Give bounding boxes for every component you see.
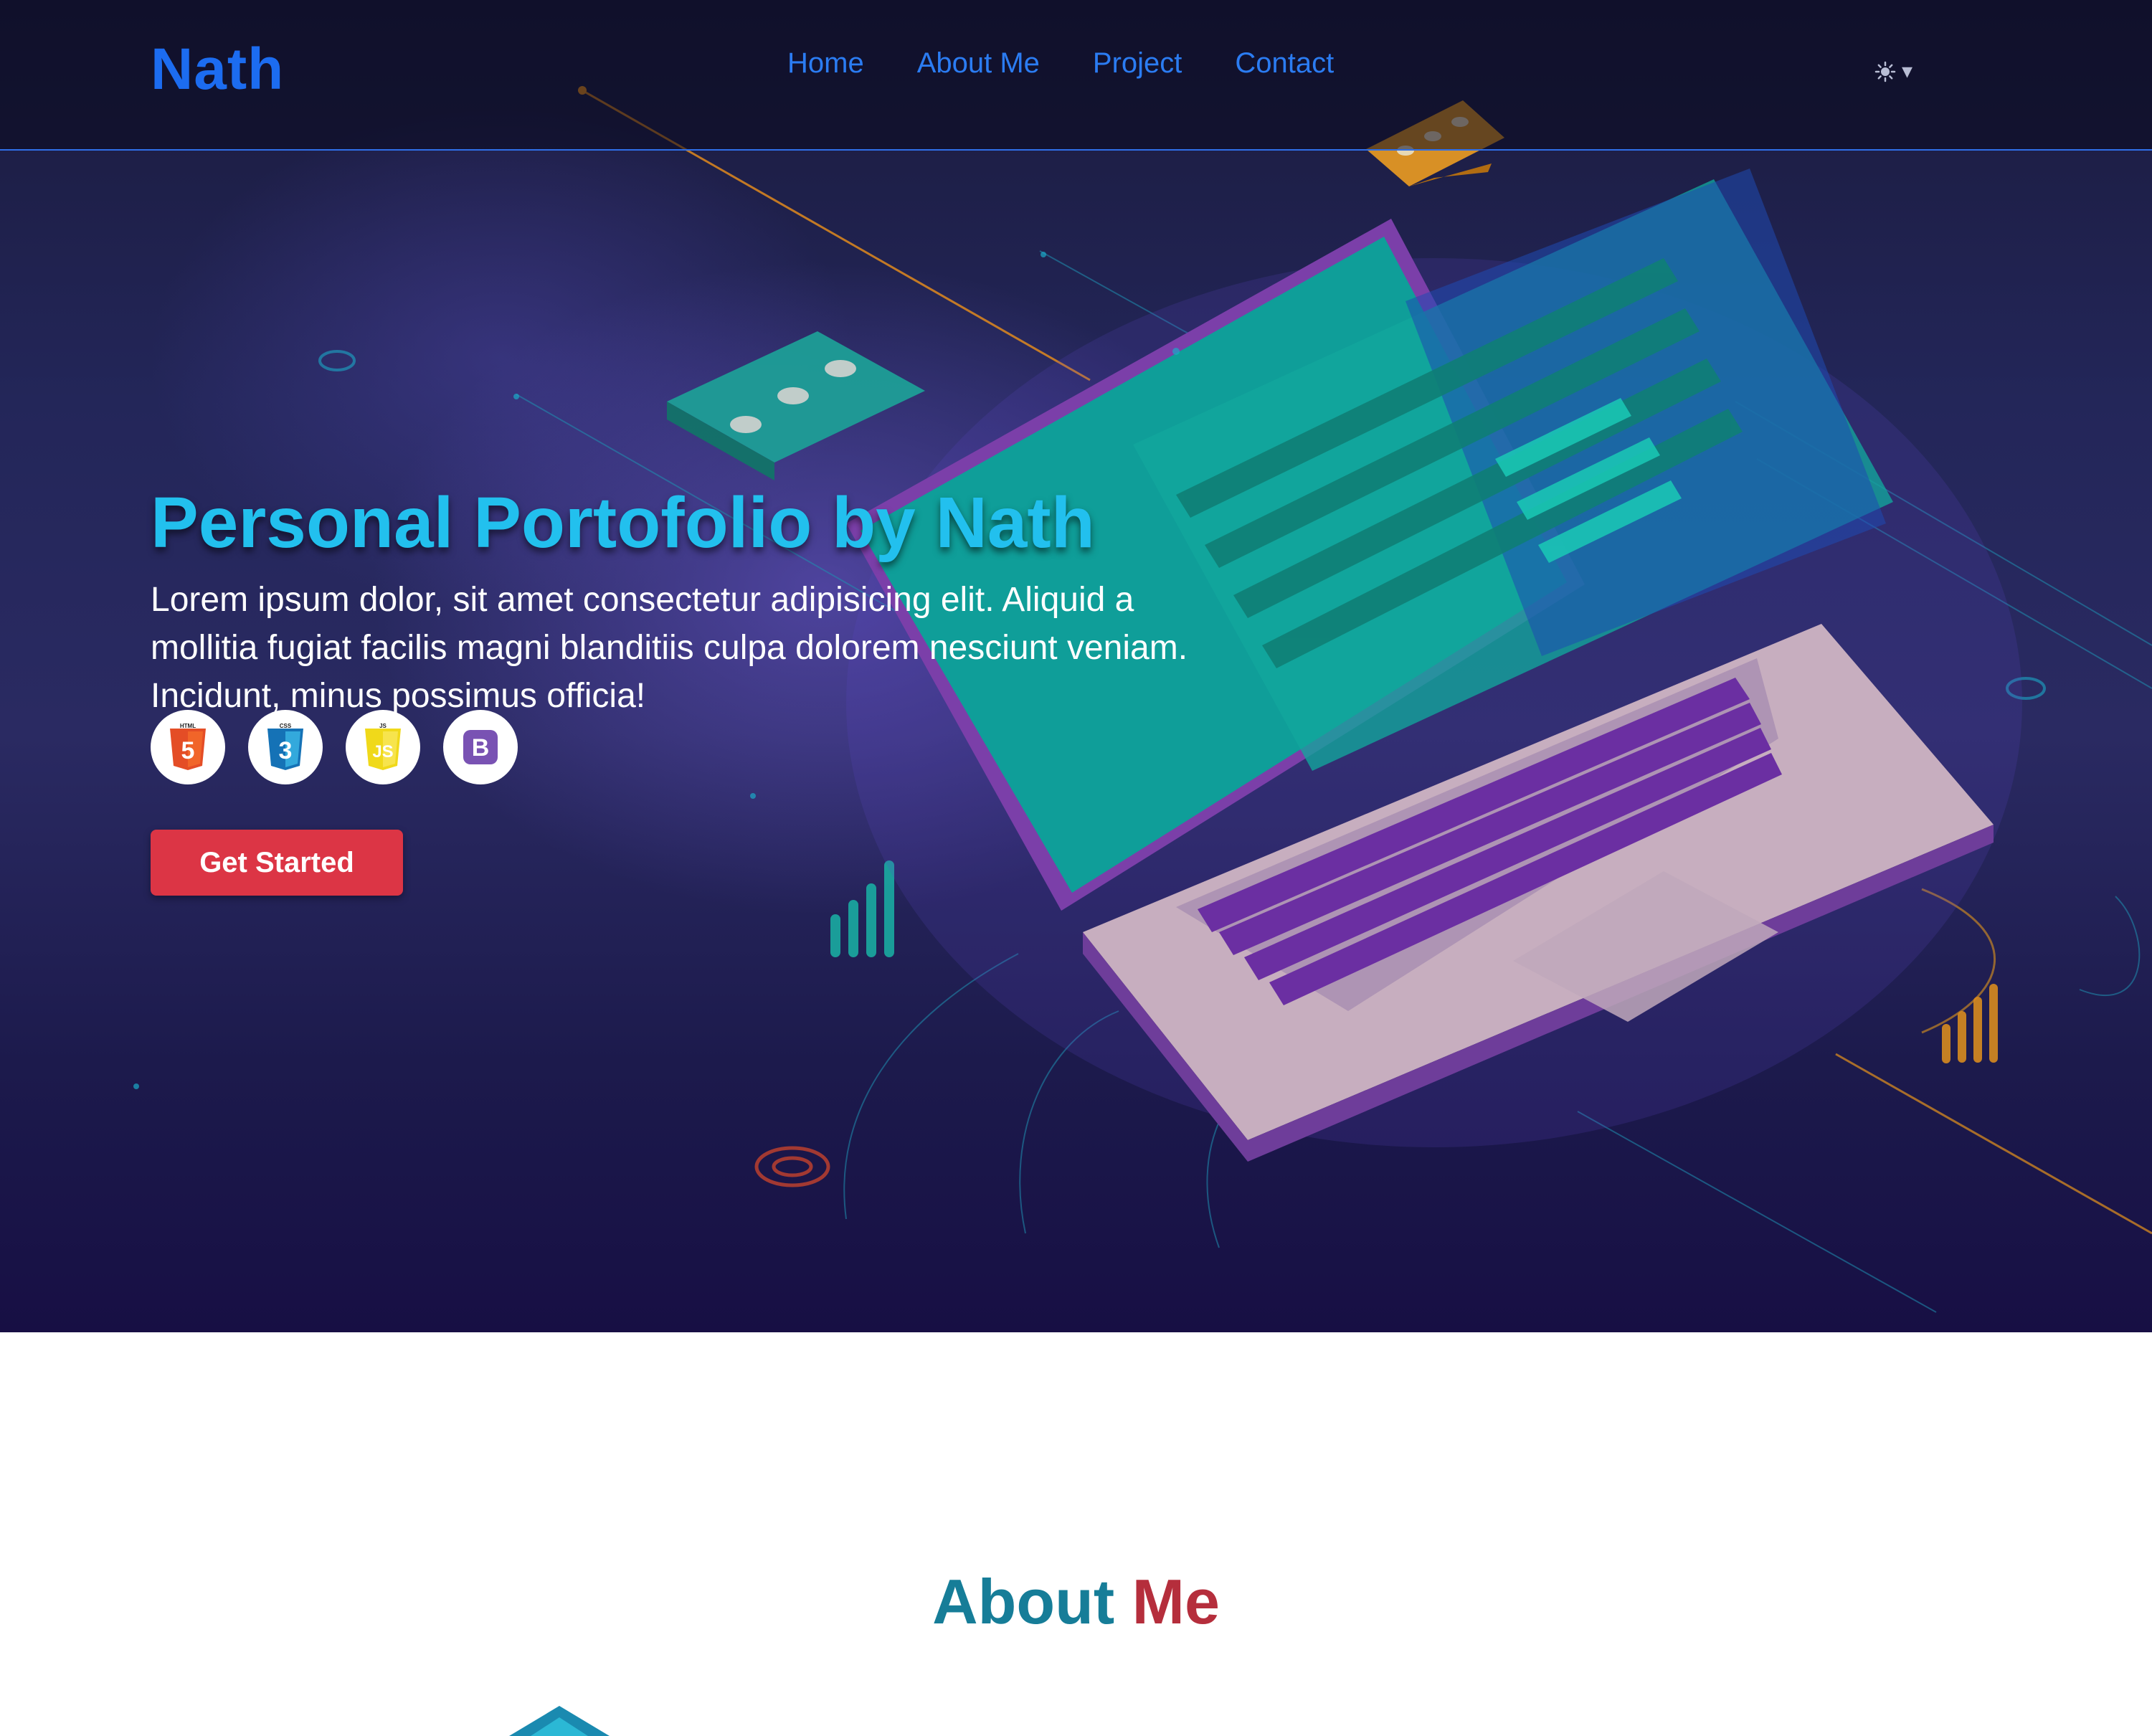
nav-links: Home About Me Project Contact xyxy=(787,47,1387,80)
hero-title: Personal Portofolio by Nath xyxy=(151,483,1095,563)
nav-contact-link[interactable]: Contact xyxy=(1235,47,1334,80)
bootstrap-icon: B xyxy=(443,710,518,784)
css3-icon: CSS 3 xyxy=(248,710,323,784)
brand-logo[interactable]: Nath xyxy=(151,36,284,103)
svg-text:B: B xyxy=(472,734,490,762)
about-title: About Me xyxy=(0,1565,2152,1638)
svg-text:3: 3 xyxy=(279,737,293,764)
svg-text:HTML: HTML xyxy=(180,723,196,729)
hero-description: Lorem ipsum dolor, sit amet consectetur … xyxy=(151,581,1188,715)
nav-about-link[interactable]: About Me xyxy=(917,47,1040,80)
nav-project-link[interactable]: Project xyxy=(1093,47,1182,80)
about-title-part2: Me xyxy=(1132,1566,1220,1638)
svg-text:5: 5 xyxy=(181,737,195,764)
about-illustration xyxy=(509,1706,610,1736)
navbar: Nath Home About Me Project Contact ▾ xyxy=(0,0,2152,151)
javascript-icon: JS JS xyxy=(346,710,420,784)
svg-text:JS: JS xyxy=(379,723,387,729)
hero-section: Nath Home About Me Project Contact ▾ Per… xyxy=(0,0,2152,1332)
about-title-part1: About xyxy=(932,1566,1115,1638)
chevron-down-icon: ▾ xyxy=(1902,60,1913,83)
sun-icon xyxy=(1874,61,1896,82)
html5-icon: HTML 5 xyxy=(151,710,225,784)
get-started-button[interactable]: Get Started xyxy=(151,830,403,896)
svg-text:CSS: CSS xyxy=(280,723,292,729)
theme-toggle-button[interactable]: ▾ xyxy=(1874,59,1912,84)
nav-home-link[interactable]: Home xyxy=(787,47,864,80)
tech-icons: HTML 5 CSS 3 JS JS B xyxy=(151,710,518,784)
svg-text:JS: JS xyxy=(372,742,393,762)
